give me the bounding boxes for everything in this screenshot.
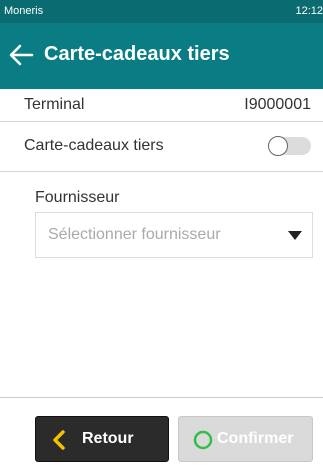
terminal-row: Terminal I9000001 — [0, 89, 323, 122]
carrier-name: Moneris — [4, 5, 44, 17]
terminal-label: Terminal — [24, 96, 85, 113]
terminal-value: I9000001 — [244, 96, 311, 113]
app-header: Carte-cadeaux tiers — [0, 23, 323, 89]
status-time: 12:12 — [295, 5, 323, 17]
back-button[interactable]: Retour — [35, 416, 169, 462]
gift-card-toggle[interactable] — [268, 136, 311, 156]
page-title: Carte-cadeaux tiers — [44, 43, 230, 65]
footer-divider — [0, 397, 323, 398]
confirm-button[interactable]: Confirmer — [178, 416, 313, 462]
supplier-select[interactable]: Sélectionner fournisseur — [35, 212, 313, 258]
caret-down-icon — [288, 231, 302, 240]
confirm-button-label: Confirmer — [217, 430, 294, 447]
gift-card-toggle-label: Carte-cadeaux tiers — [24, 137, 164, 154]
supplier-label: Fournisseur — [35, 189, 120, 206]
supplier-placeholder: Sélectionner fournisseur — [48, 226, 221, 243]
chevron-left-icon — [53, 430, 65, 450]
toggle-knob — [268, 136, 288, 156]
status-bar: Moneris 12:12 — [0, 0, 323, 23]
back-button-label: Retour — [82, 430, 134, 447]
circle-icon — [193, 430, 213, 450]
arrow-left-icon[interactable] — [8, 42, 34, 68]
gift-card-toggle-row[interactable]: Carte-cadeaux tiers — [0, 122, 323, 172]
